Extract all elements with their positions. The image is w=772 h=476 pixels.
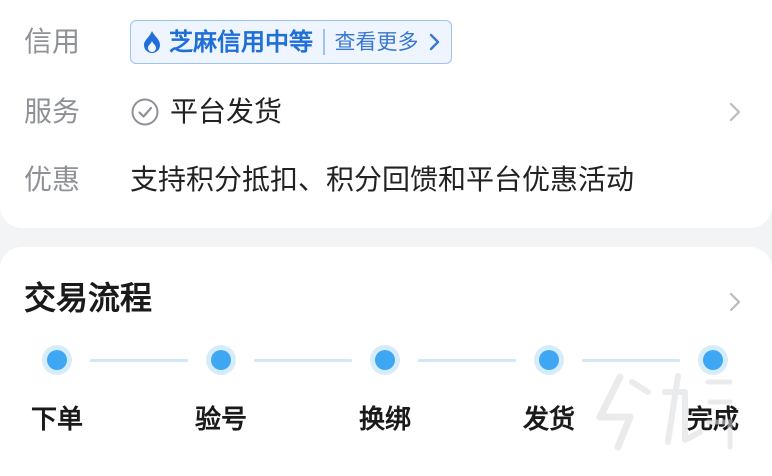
process-chevron-right-icon[interactable] [728,290,742,314]
service-label: 服务 [24,95,81,128]
discount-row: 优惠 支持积分抵扣、积分回馈和平台优惠活动 [0,158,772,202]
step-dot [42,345,72,375]
step-label-ship: 发货 [522,405,575,435]
credit-label: 信用 [24,25,81,58]
step-dot [370,345,400,375]
check-circle-icon [131,98,159,126]
step-label-verify: 验号 [194,405,247,435]
step-dot [206,345,236,375]
chevron-right-icon [429,33,439,51]
discount-value: 支持积分抵扣、积分回馈和平台优惠活动 [130,163,635,196]
credit-badge-title: 芝麻信用中等 [169,28,313,56]
credit-row: 信用 芝麻信用中等 查看更多 [0,20,772,64]
step-label-rebind: 换绑 [358,405,411,435]
credit-badge[interactable]: 芝麻信用中等 查看更多 [130,20,452,64]
credit-more-link[interactable]: 查看更多 [335,20,419,64]
service-value-text: 平台发货 [170,95,283,128]
step-dot [534,345,564,375]
step-connector [254,359,352,362]
service-chevron-right-icon[interactable] [728,100,742,124]
service-row[interactable]: 服务 平台发货 [0,90,772,134]
watermark-logo-icon [596,373,733,451]
badge-divider [323,29,325,55]
step-connector [90,359,188,362]
flame-icon [144,31,160,53]
step-connector [418,359,516,362]
step-label-order: 下单 [30,405,83,435]
discount-label: 优惠 [24,163,81,196]
process-title: 交易流程 [24,279,153,317]
service-value: 平台发货 [130,90,282,134]
